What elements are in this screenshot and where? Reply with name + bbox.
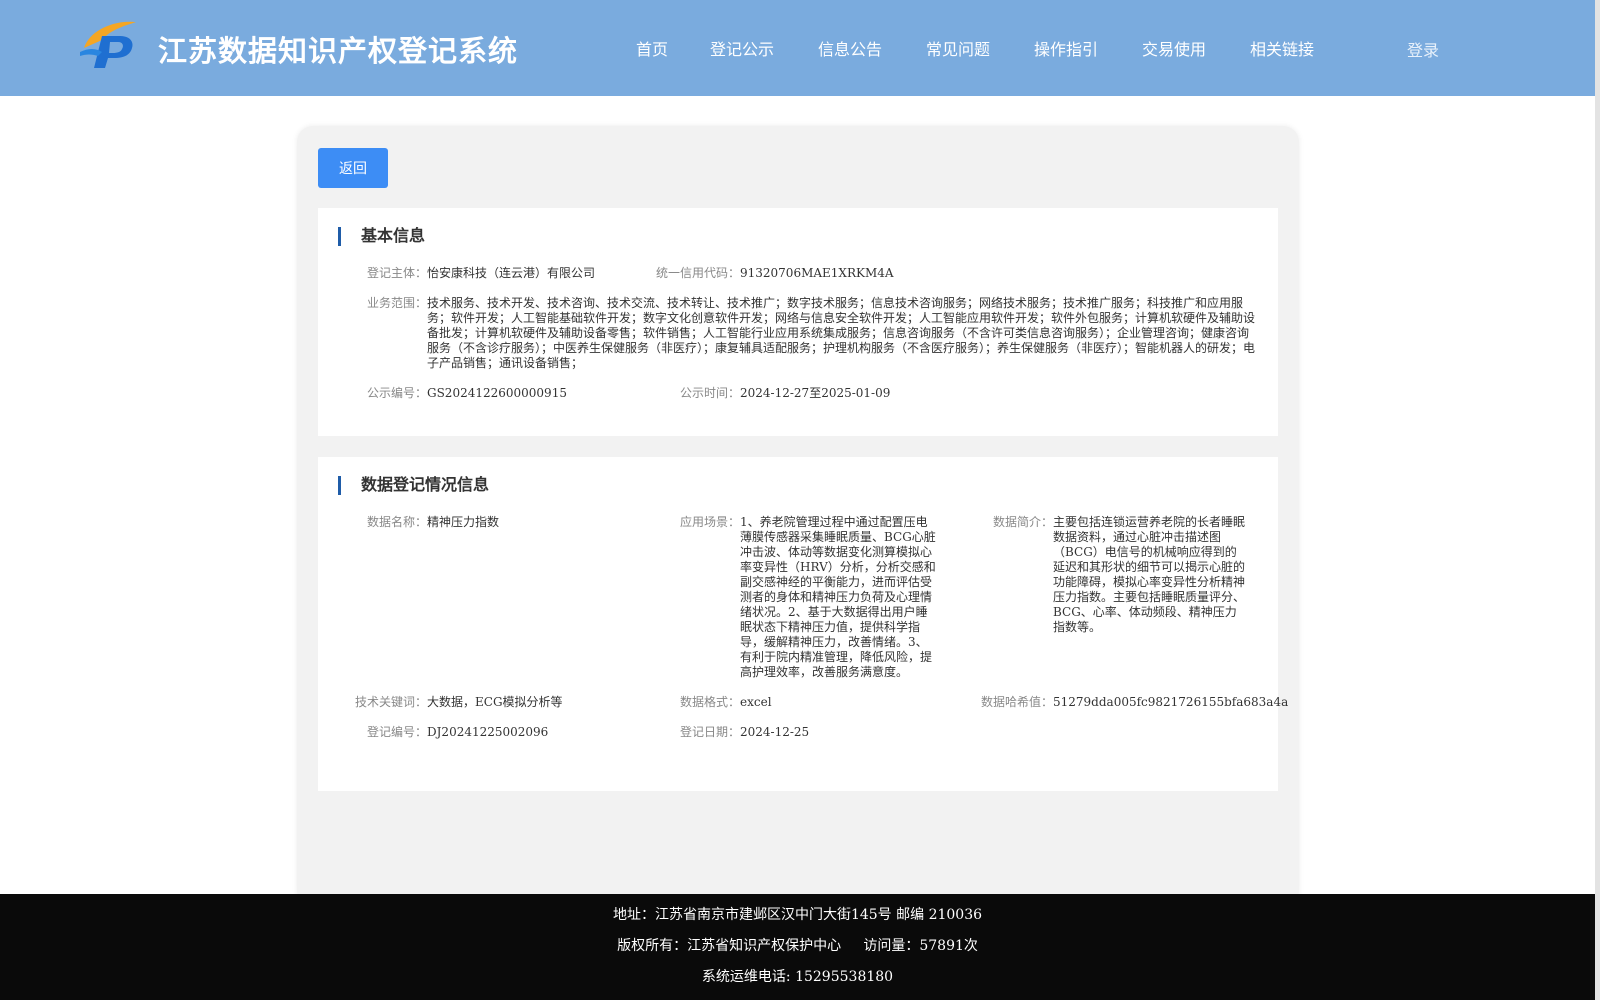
publicity-row: 公示编号： GS2024122600000915 公示时间： 2024-12-2… [318,386,1278,402]
basic-info-card: 基本信息 登记主体： 怡安康科技（连云港）有限公司 统一信用代码： 913207… [318,208,1278,436]
scene-value: 1、养老院管理过程中通过配置压电薄膜传感器采集睡眠质量、BCG心脏冲击波、体动等… [740,515,936,679]
publicity-time-value: 2024-12-27至2025-01-09 [740,386,891,400]
reg-no-value: DJ20241225002096 [427,725,549,739]
scene-label: 应用场景： [680,515,741,529]
publicity-no-value: GS2024122600000915 [427,386,567,400]
keyword-label: 技术关键词： [355,695,428,709]
data-registration-card: 数据登记情况信息 数据名称： 精神压力指数 应用场景： 1、养老院管理过程中通过… [318,457,1288,791]
site-title: 江苏数据知识产权登记系统 [158,34,519,68]
section-title-data: 数据登记情况信息 [338,475,489,495]
site-footer: 地址：江苏省南京市建邺区汉中门大街145号 邮编 210036 版权所有：江苏省… [0,894,1595,1000]
intro-value: 主要包括连锁运营养老院的长者睡眠数据资料，通过心脏冲击描述图（BCG）电信号的机… [1053,515,1246,634]
nav-guide[interactable]: 操作指引 [1034,36,1098,60]
scope-label: 业务范围： [367,296,428,310]
publicity-time-label: 公示时间： [680,386,741,400]
scope-value: 技术服务、技术开发、技术咨询、技术交流、技术转让、技术推广；数字技术服务；信息技… [427,296,1256,370]
reg-no-row: 登记编号： DJ20241225002096 登记日期： 2024-12-25 [318,725,1278,741]
credit-code-value: 91320706MAE1XRKM4A [740,266,894,280]
footer-copyright: 版权所有：江苏省知识产权保护中心 访问量：57891次 [617,938,978,954]
nav-registration-publicity[interactable]: 登记公示 [710,36,774,60]
entity-value: 怡安康科技（连云港）有限公司 [427,266,596,280]
login-link[interactable]: 登录 [1407,37,1439,61]
reg-no-label: 登记编号： [367,725,428,739]
hash-label: 数据哈希值： [981,695,1054,709]
page-scrollbar[interactable] [1595,0,1600,1000]
format-value: excel [740,695,772,709]
site-header: 江苏数据知识产权登记系统 首页 登记公示 信息公告 常见问题 操作指引 交易使用… [0,0,1595,96]
reg-date-value: 2024-12-25 [740,725,810,739]
data-name-value: 精神压力指数 [427,515,500,529]
hash-value: 51279dda005fc9821726155bfa683a4a [1053,695,1289,709]
back-button[interactable]: 返回 [318,148,388,188]
keyword-row: 技术关键词： 大数据，ECG模拟分析等 数据格式： excel 数据哈希值： 5… [318,695,1288,711]
entity-row: 登记主体： 怡安康科技（连云港）有限公司 统一信用代码： 91320706MAE… [318,266,1278,282]
nav-home[interactable]: 首页 [636,36,668,60]
footer-phone: 系统运维电话: 15295538180 [701,969,894,985]
data-detail-row: 数据名称： 精神压力指数 应用场景： 1、养老院管理过程中通过配置压电薄膜传感器… [318,515,1278,679]
credit-code-label: 统一信用代码： [656,266,741,280]
entity-label: 登记主体： [367,266,428,280]
nav-related-links[interactable]: 相关链接 [1250,36,1314,60]
ip-logo-icon[interactable] [80,18,140,72]
scope-row: 业务范围： 技术服务、技术开发、技术咨询、技术交流、技术转让、技术推广；数字技术… [318,296,1278,376]
intro-label: 数据简介： [993,515,1054,529]
reg-date-label: 登记日期： [680,725,741,739]
keyword-value: 大数据，ECG模拟分析等 [427,695,563,709]
data-name-label: 数据名称： [367,515,428,529]
format-label: 数据格式： [680,695,741,709]
nav-faq[interactable]: 常见问题 [926,36,990,60]
nav-trade-use[interactable]: 交易使用 [1142,36,1206,60]
nav-announcements[interactable]: 信息公告 [818,36,882,60]
publicity-no-label: 公示编号： [367,386,428,400]
section-title-basic: 基本信息 [338,226,425,246]
footer-address: 地址：江苏省南京市建邺区汉中门大街145号 邮编 210036 [612,907,983,923]
